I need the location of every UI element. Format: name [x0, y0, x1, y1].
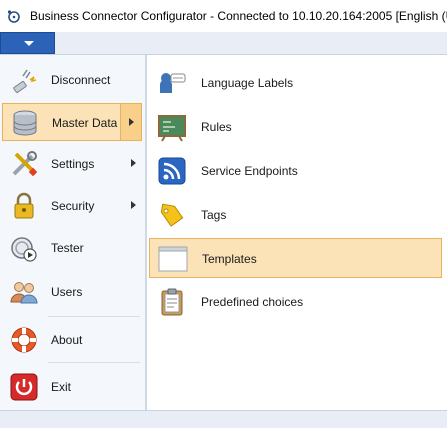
nav-separator: [48, 362, 140, 363]
nav-label-tester: Tester: [51, 241, 84, 255]
submenu-label-rules: Rules: [201, 120, 232, 134]
submenu-label-predefined-choices: Predefined choices: [201, 295, 304, 309]
database-icon: [13, 110, 37, 136]
nav-item-master-data[interactable]: Master Data: [2, 103, 142, 141]
chevron-right-icon: [129, 118, 134, 126]
submenu-label-service-endpoints: Service Endpoints: [201, 164, 298, 178]
status-bar: [0, 410, 447, 428]
nav-label-exit: Exit: [51, 380, 72, 394]
tag-icon: [160, 203, 184, 227]
language-labels-icon: [160, 73, 186, 93]
submenu-item-language-labels[interactable]: Language Labels: [149, 63, 442, 103]
chevron-right-icon: [131, 201, 136, 209]
submenu-item-predefined-choices[interactable]: Predefined choices: [149, 282, 442, 322]
file-menu-button[interactable]: [0, 32, 55, 54]
nav-item-security[interactable]: Security: [2, 187, 142, 225]
nav-item-about[interactable]: About: [2, 321, 142, 359]
nav-label-settings: Settings: [51, 157, 95, 171]
power-icon: [10, 373, 38, 401]
submenu-item-templates[interactable]: Templates: [149, 238, 442, 278]
window-title: Business Connector Configurator - Connec…: [30, 9, 447, 23]
submenu-item-service-endpoints[interactable]: Service Endpoints: [149, 151, 442, 191]
dropdown-arrow-icon: [24, 41, 34, 46]
app-logo-icon: [7, 10, 20, 23]
rules-board-icon: [158, 115, 186, 142]
lifebuoy-icon: [11, 327, 37, 353]
ribbon-bar: [0, 32, 447, 55]
submenu-item-rules[interactable]: Rules: [149, 107, 442, 147]
disconnect-plug-icon: [13, 69, 37, 94]
nav-label-users: Users: [51, 285, 83, 299]
nav-item-exit[interactable]: Exit: [2, 368, 142, 406]
padlock-icon: [14, 192, 34, 219]
nav-label-security: Security: [51, 199, 95, 213]
rss-feed-icon: [158, 157, 186, 185]
nav-item-users[interactable]: Users: [2, 273, 142, 311]
title-bar: Business Connector Configurator - Connec…: [0, 0, 447, 32]
clipboard-icon: [161, 288, 183, 316]
nav-label-master-data: Master Data: [52, 116, 118, 130]
submenu-expander[interactable]: [120, 104, 141, 140]
nav-label-disconnect: Disconnect: [51, 73, 111, 87]
submenu-label-tags: Tags: [201, 208, 227, 222]
users-icon: [10, 282, 38, 304]
submenu-label-templates: Templates: [202, 252, 257, 266]
nav-item-disconnect[interactable]: Disconnect: [2, 61, 142, 99]
submenu-label-language-labels: Language Labels: [201, 76, 294, 90]
nav-label-about: About: [51, 333, 83, 347]
tester-icon: [11, 237, 37, 262]
nav-item-settings[interactable]: Settings: [2, 145, 142, 183]
nav-separator: [48, 316, 140, 317]
template-window-icon: [158, 246, 188, 272]
nav-item-tester[interactable]: Tester: [2, 229, 142, 267]
chevron-right-icon: [131, 159, 136, 167]
tools-icon: [12, 151, 38, 177]
submenu-item-tags[interactable]: Tags: [149, 195, 442, 235]
